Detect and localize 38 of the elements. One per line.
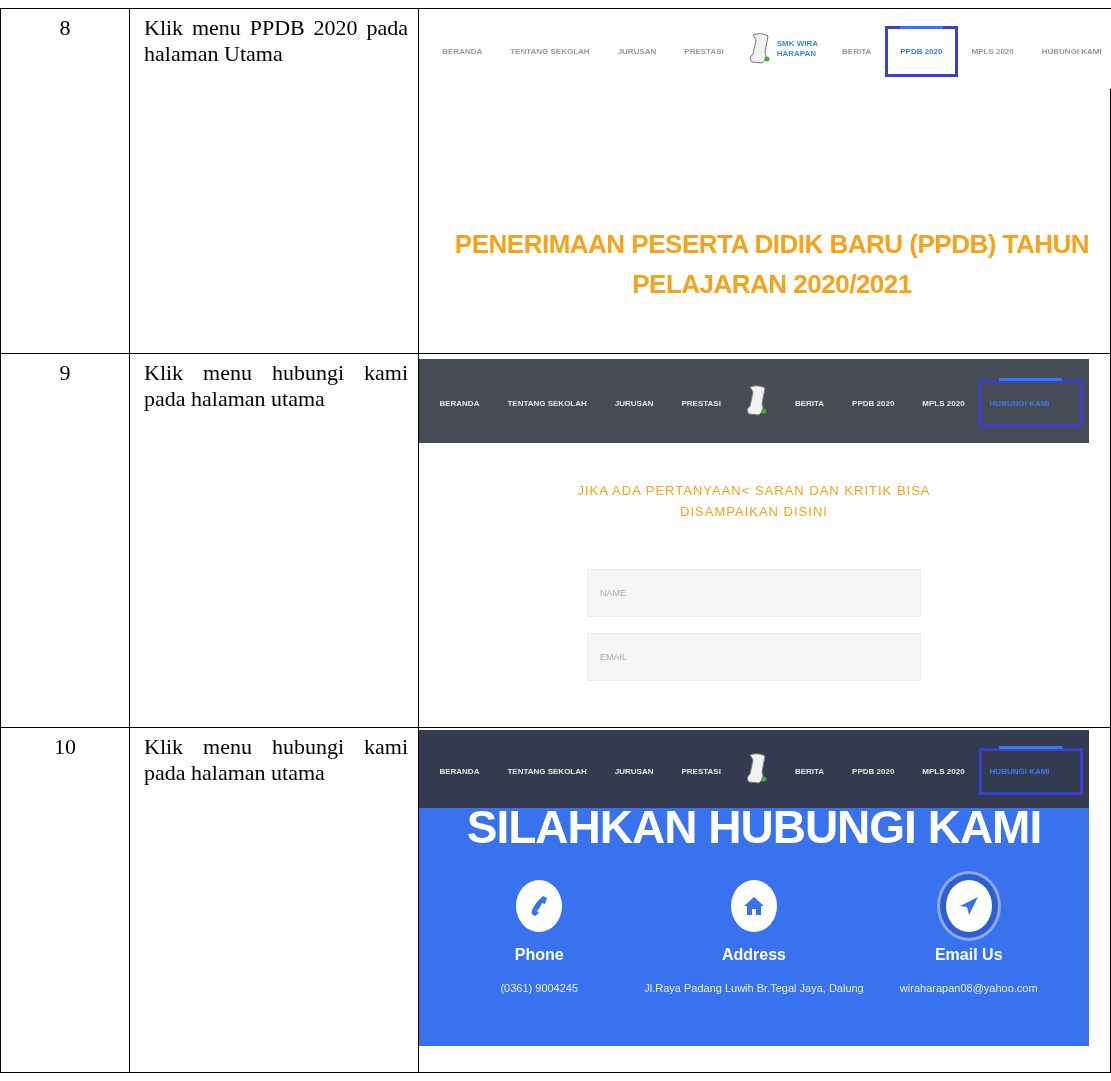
nav-link[interactable]: BERITA — [780, 396, 839, 411]
nav-link[interactable]: JURUSAN — [600, 764, 668, 779]
nav-link[interactable]: TENTANG SEKOLAH — [493, 396, 601, 411]
active-indicator — [999, 378, 1062, 381]
step-number: 9 — [59, 360, 71, 385]
form-heading: JIKA ADA PERTANYAAN< SARAN DAN KRITIK BISA DISAMPAIKAN DISINI — [576, 482, 932, 521]
contact-value: wiraharapan08@yahoo.com — [899, 982, 1038, 994]
nav-link[interactable]: PPDB 2020 — [838, 764, 909, 779]
logo-text: SMK WIRA HARAPAN — [776, 39, 819, 59]
contact-value: (0361) 9004245 — [500, 982, 579, 994]
nav-link[interactable]: JURUSAN — [600, 396, 668, 411]
nav-link[interactable]: BERITA — [780, 764, 839, 779]
nav-link[interactable]: TENTANG SEKOLAH — [493, 764, 601, 779]
phone-icon — [529, 895, 550, 917]
page-heading: PENERIMAAN PESERTA DIDIK BARU (PPDB) TAHUN PELAJARAN 2020/2021 — [453, 228, 1091, 302]
contact-title: Phone — [514, 946, 564, 964]
contact-title: Email Us — [934, 946, 1003, 964]
paper-plane-icon — [958, 896, 979, 916]
step-number: 8 — [59, 15, 71, 40]
nav-link[interactable]: PRESTASI — [667, 764, 735, 779]
active-indicator — [999, 746, 1062, 749]
step-description: Klik menu PPDB 2020 pada halaman Utama — [144, 15, 408, 67]
step-description: Klik menu hubungi kami pada halaman utama — [144, 734, 408, 786]
nav-link[interactable]: BERANDA — [425, 764, 494, 779]
input-field[interactable]: NAME — [587, 568, 921, 617]
contact-value: Jl.Raya Padang Luwih Br.Tegal Jaya, Dalung — [644, 982, 864, 994]
banner-heading: SILAHKAN HUBUNGI KAMI — [465, 804, 1043, 850]
nav-link[interactable]: MPLS 2020 — [908, 764, 979, 779]
input-field[interactable]: EMAIL — [587, 632, 921, 681]
home-icon — [743, 896, 765, 916]
step-description: Klik menu hubungi kami pada halaman utama — [144, 360, 408, 412]
contact-title: Address — [721, 946, 786, 964]
active-indicator — [899, 26, 944, 29]
step-number: 10 — [54, 734, 76, 759]
nav-link[interactable]: PRESTASI — [667, 396, 735, 411]
nav-link[interactable]: MPLS 2020 — [908, 396, 979, 411]
nav-link[interactable]: BERANDA — [425, 396, 494, 411]
nav-link[interactable]: PPDB 2020 — [838, 396, 909, 411]
